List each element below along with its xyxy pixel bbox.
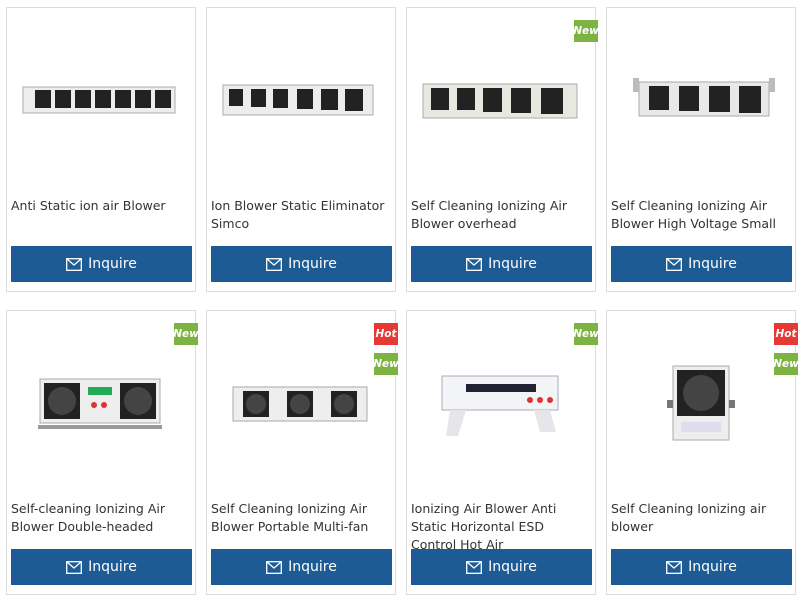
envelope-icon xyxy=(466,560,483,574)
envelope-icon xyxy=(666,560,683,574)
product-image[interactable] xyxy=(607,311,795,499)
product-card[interactable]: Ion Blower Static Eliminator Simco Inqui… xyxy=(206,7,396,292)
product-image[interactable] xyxy=(7,311,195,499)
product-title[interactable]: Ionizing Air Blower Anti Static Horizont… xyxy=(411,500,593,554)
product-title[interactable]: Self Cleaning Ionizing Air Blower High V… xyxy=(611,197,793,233)
product-title[interactable]: Ion Blower Static Eliminator Simco xyxy=(211,197,393,233)
inquire-button[interactable]: Inquire xyxy=(411,549,592,585)
product-card[interactable]: Self Cleaning Ionizing Air Blower Portab… xyxy=(206,310,399,595)
inquire-label: Inquire xyxy=(688,256,737,272)
inquire-label: Inquire xyxy=(488,256,537,272)
product-image[interactable] xyxy=(7,8,195,196)
hot-badge: Hot xyxy=(374,323,398,345)
inquire-button[interactable]: Inquire xyxy=(11,246,192,282)
product-card[interactable]: Self Cleaning Ionizing Air Blower overhe… xyxy=(406,7,599,292)
product-title[interactable]: Self Cleaning Ionizing air blower xyxy=(611,500,793,536)
inquire-button[interactable]: Inquire xyxy=(611,246,792,282)
inquire-label: Inquire xyxy=(288,256,337,272)
product-card[interactable]: Self Cleaning Ionizing Air Blower High V… xyxy=(606,7,796,292)
inquire-label: Inquire xyxy=(688,559,737,575)
inquire-label: Inquire xyxy=(488,559,537,575)
product-card[interactable]: Ionizing Air Blower Anti Static Horizont… xyxy=(406,310,599,595)
new-badge: New xyxy=(773,353,799,375)
envelope-icon xyxy=(266,257,283,271)
product-title[interactable]: Self-cleaning Ionizing Air Blower Double… xyxy=(11,500,193,536)
inquire-button[interactable]: Inquire xyxy=(11,549,192,585)
inquire-label: Inquire xyxy=(88,559,137,575)
product-card[interactable]: Self Cleaning Ionizing air blower Inquir… xyxy=(606,310,799,595)
inquire-button[interactable]: Inquire xyxy=(211,549,392,585)
envelope-icon xyxy=(66,257,83,271)
product-card[interactable]: Self-cleaning Ionizing Air Blower Double… xyxy=(6,310,199,595)
product-image[interactable] xyxy=(607,8,795,196)
inquire-button[interactable]: Inquire xyxy=(611,549,792,585)
new-badge: New xyxy=(373,353,399,375)
inquire-button[interactable]: Inquire xyxy=(411,246,592,282)
product-card[interactable]: Anti Static ion air Blower Inquire xyxy=(6,7,196,292)
product-title[interactable]: Self Cleaning Ionizing Air Blower overhe… xyxy=(411,197,593,233)
inquire-button[interactable]: Inquire xyxy=(211,246,392,282)
product-grid: Anti Static ion air Blower Inquire Ion B… xyxy=(6,7,799,595)
product-image[interactable] xyxy=(407,311,595,499)
product-title[interactable]: Anti Static ion air Blower xyxy=(11,197,193,215)
product-image[interactable] xyxy=(407,8,595,196)
envelope-icon xyxy=(666,257,683,271)
new-badge: New xyxy=(173,323,199,345)
product-image[interactable] xyxy=(207,8,395,196)
envelope-icon xyxy=(266,560,283,574)
inquire-label: Inquire xyxy=(288,559,337,575)
envelope-icon xyxy=(66,560,83,574)
hot-badge: Hot xyxy=(774,323,798,345)
new-badge: New xyxy=(573,20,599,42)
new-badge: New xyxy=(573,323,599,345)
product-title[interactable]: Self Cleaning Ionizing Air Blower Portab… xyxy=(211,500,393,536)
envelope-icon xyxy=(466,257,483,271)
inquire-label: Inquire xyxy=(88,256,137,272)
product-image[interactable] xyxy=(207,311,395,499)
